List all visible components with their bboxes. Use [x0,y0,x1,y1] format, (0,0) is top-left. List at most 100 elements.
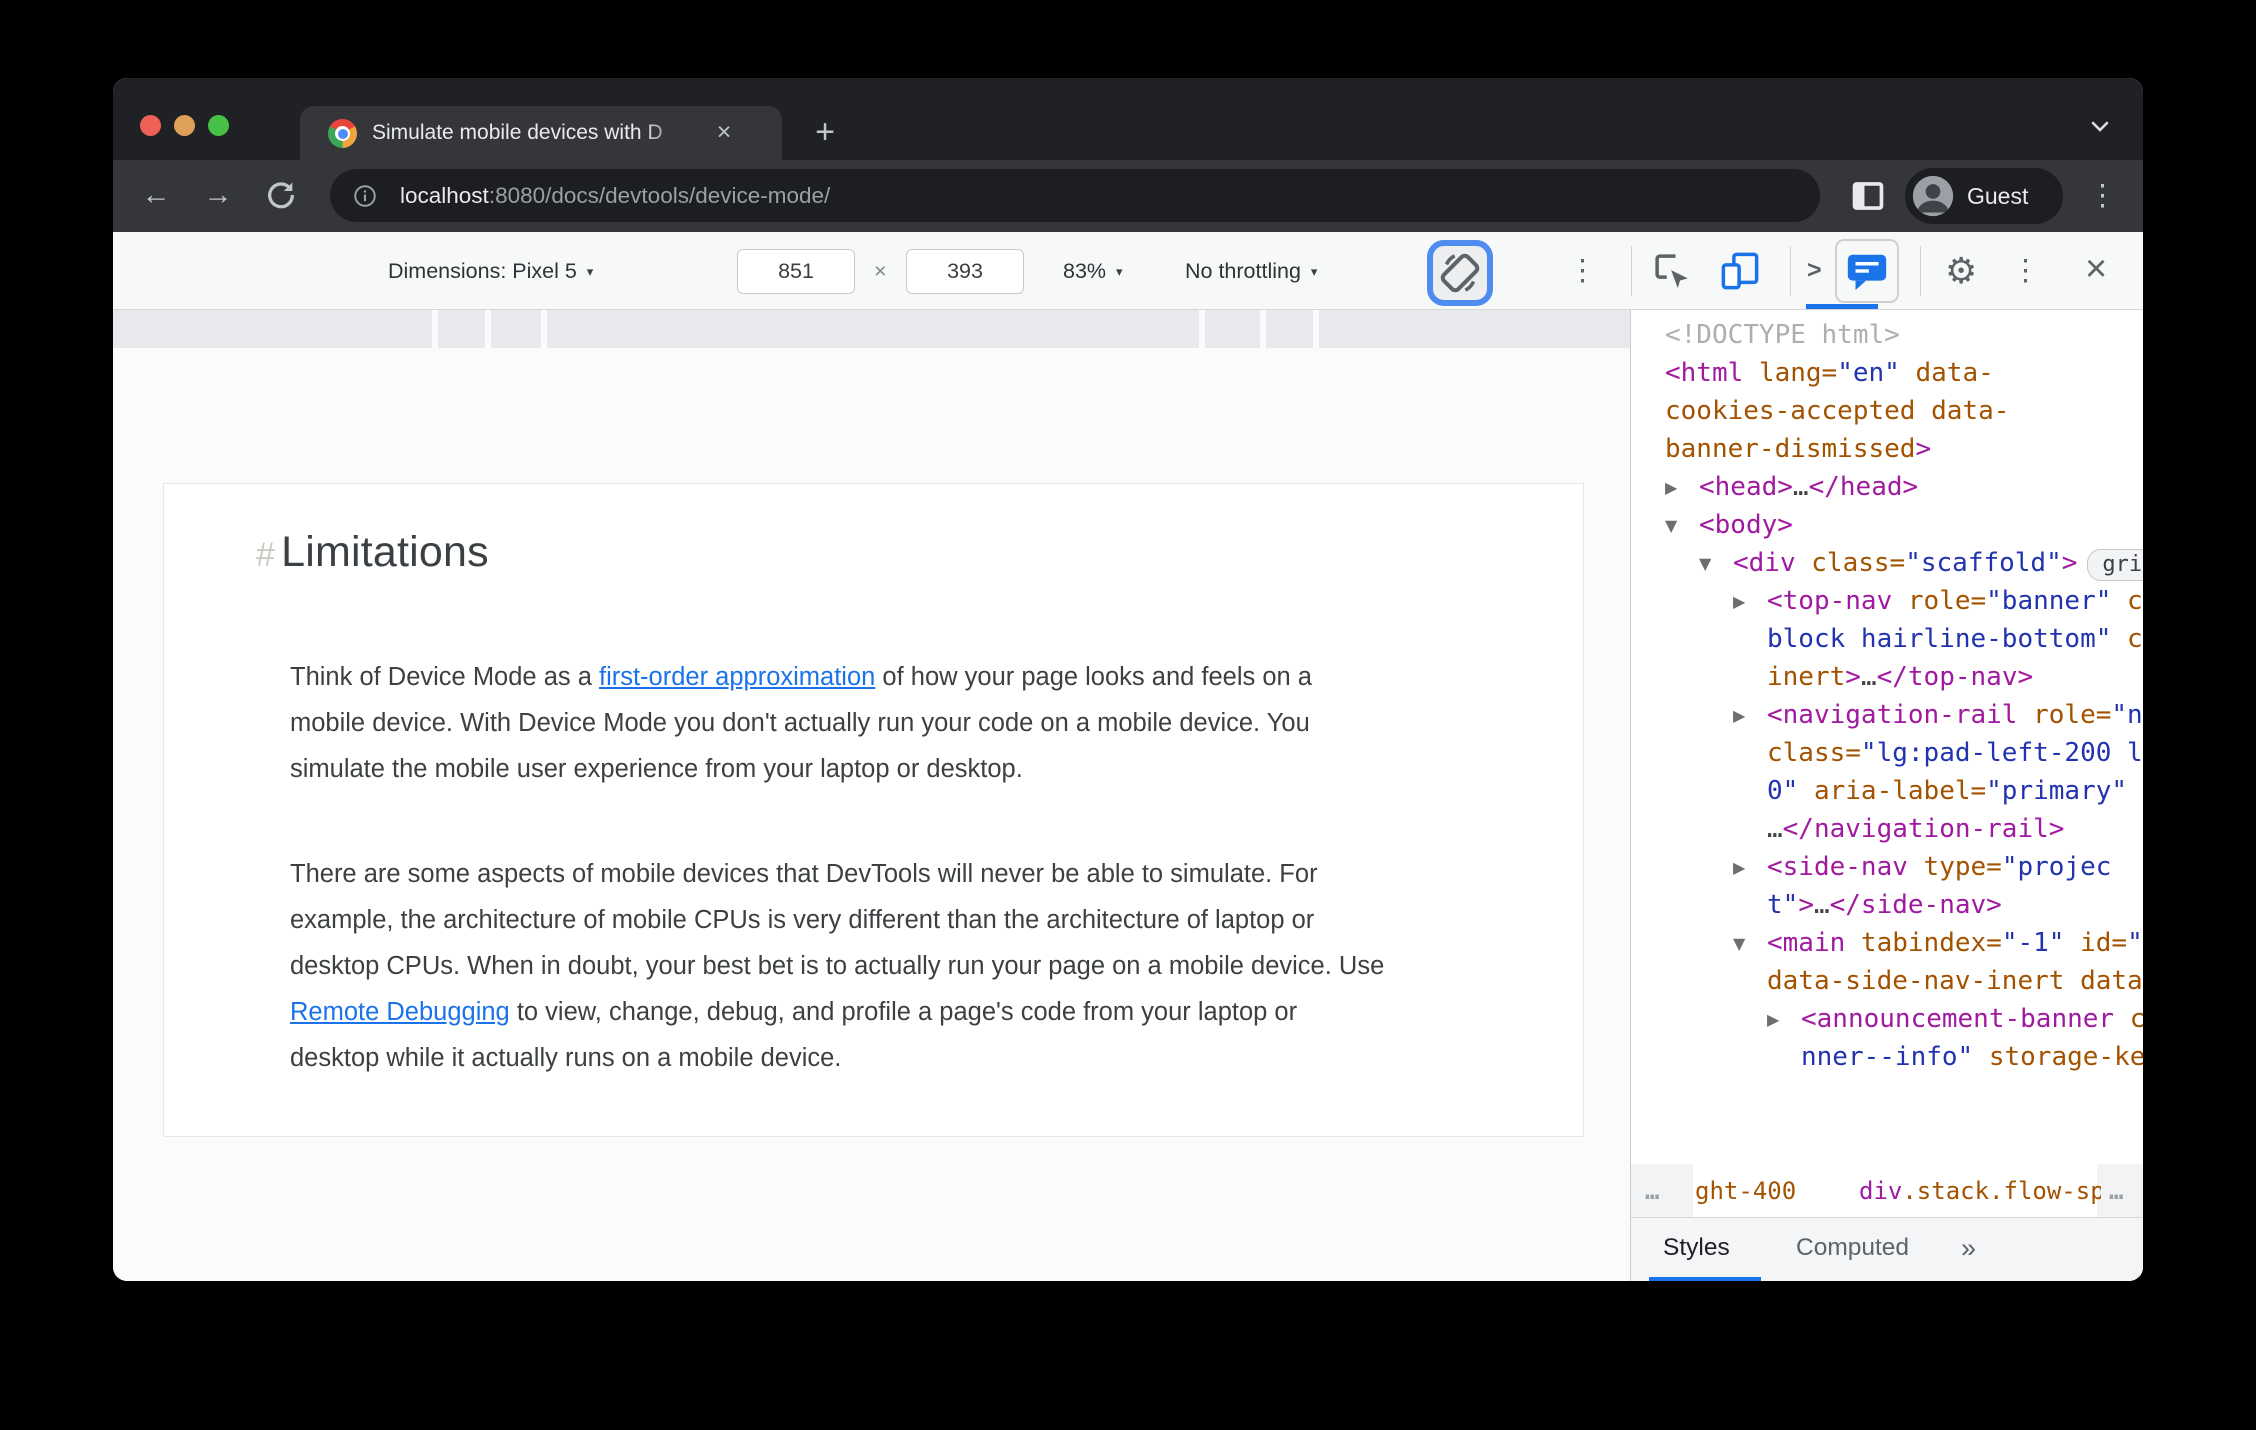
dom-tree-node[interactable]: banner-dismissed> [1631,430,2143,468]
dom-tree-node[interactable]: ▶ <navigation-rail role="nav [1631,696,2143,734]
dom-node-markup: t">…</side-nav> [1767,890,2002,920]
paragraph-2: There are some aspects of mobile devices… [290,851,1384,1081]
breadcrumb-item[interactable]: ght-400 [1695,1164,1796,1218]
disclosure-collapsed-icon[interactable]: ▶ [1767,1001,1779,1038]
zoom-window-button[interactable] [208,115,229,136]
text-run: simulate the mobile user experience from… [290,755,1023,783]
url-text: localhost:8080/docs/devtools/device-mode… [400,169,830,222]
devtools-menu-icon[interactable]: ⋮ [2011,253,2040,289]
disclosure-collapsed-icon[interactable]: ▶ [1733,697,1745,734]
dom-tree-node[interactable]: <!DOCTYPE html> [1631,316,2143,354]
breadcrumb: … ght-400 div.stack.flow-spa … [1631,1164,2143,1218]
dom-tree: <!DOCTYPE html> <html lang="en" data-cook… [1631,316,2143,1076]
hidden-panels-chevron-icon[interactable]: > [1807,256,1822,285]
back-button[interactable]: ← [138,178,174,214]
content-card: # Limitations Think of Device Mode as a f… [163,483,1584,1137]
device-width-input[interactable]: 851 [737,249,855,294]
grid-badge[interactable]: gri [2087,549,2143,581]
dom-tree-node[interactable]: ▶ <top-nav role="banner" cla [1631,582,2143,620]
close-window-button[interactable] [140,115,161,136]
media-query-ruler[interactable] [113,310,1630,348]
dom-tree-node[interactable]: ▶ <side-nav type="projec [1631,848,2143,886]
dom-tree-node[interactable]: class="lg:pad-left-200 lg: [1631,734,2143,772]
dom-tree-node[interactable]: block hairline-bottom" cl [1631,620,2143,658]
dom-node-markup: <top-nav role="banner" cla [1767,586,2143,616]
text-line: desktop while it actually runs on a mobi… [290,1035,1384,1081]
dom-node-markup: class="lg:pad-left-200 lg: [1767,738,2143,768]
dom-tree-node[interactable]: 0" aria-label="primary" [1631,772,2143,810]
dom-node-markup: <!DOCTYPE html> [1665,320,1900,350]
disclosure-expanded-icon[interactable]: ▼ [1665,507,1677,544]
dom-node-markup: <body> [1699,510,1793,540]
text-line: Remote Debugging to view, change, debug,… [290,989,1384,1035]
text-run: There are some aspects of mobile devices… [290,860,1318,888]
dom-tree-node[interactable]: ▼ <body> [1631,506,2143,544]
dom-tree-node[interactable]: cookies-accepted data- [1631,392,2143,430]
dom-tree-node[interactable]: data-side-nav-inert data-s [1631,962,2143,1000]
breadcrumb-overflow-right[interactable]: … [2109,1164,2125,1218]
forward-button[interactable]: → [200,178,236,214]
site-info-icon[interactable] [352,183,378,214]
tab-close-icon[interactable]: × [708,117,740,149]
chevron-down-icon: ▾ [586,264,594,279]
dom-tree-node[interactable]: …</navigation-rail> [1631,810,2143,848]
new-tab-button[interactable]: + [807,115,843,151]
dom-tree-node[interactable]: nner--info" storage-key [1631,1038,2143,1076]
tab-strip: Simulate mobile devices with D × + [113,78,2143,160]
dom-node-markup: <navigation-rail role="nav [1767,700,2143,730]
device-toolbar-toggle-icon[interactable] [1719,250,1761,292]
dom-tree-node[interactable]: inert>…</top-nav> [1631,658,2143,696]
more-tabs-icon[interactable]: » [1961,1218,1976,1281]
browser-tab[interactable]: Simulate mobile devices with D × [300,106,782,160]
dom-tree-node[interactable]: ▼ <div class="scaffold"> gri [1631,544,2143,582]
dom-node-markup: <main tabindex="-1" id="ma [1767,928,2143,958]
profile-chip[interactable]: Guest [1905,168,2063,224]
disclosure-collapsed-icon[interactable]: ▶ [1733,583,1745,620]
tab-search-chevron-icon[interactable] [2085,114,2115,140]
text-run: mobile device. With Device Mode you don'… [290,709,1310,737]
text-link[interactable]: first-order approximation [599,663,875,691]
text-run: of how your page looks and feels on a [875,663,1312,691]
tab-title-fade [642,106,704,160]
heading-anchor-hash[interactable]: # [256,536,275,574]
reload-button[interactable] [263,178,299,214]
dom-tree-node[interactable]: <html lang="en" data- [1631,354,2143,392]
side-panel-icon[interactable] [1851,180,1885,217]
inspect-element-icon[interactable] [1651,250,1693,292]
paragraph-1: Think of Device Mode as a first-order ap… [290,654,1312,792]
text-line: simulate the mobile user experience from… [290,746,1312,792]
chrome-favicon-icon [328,119,357,148]
disclosure-expanded-icon[interactable]: ▼ [1733,925,1745,962]
breadcrumb-item[interactable]: div.stack.flow-spa [1859,1164,2101,1218]
dom-node-markup: <side-nav type="projec [1767,852,2112,882]
devtools-close-icon[interactable]: × [2085,232,2107,310]
device-toolbar-menu-icon[interactable]: ⋮ [1568,253,1597,289]
minimize-window-button[interactable] [174,115,195,136]
rotate-device-button[interactable] [1427,240,1493,306]
console-panel-tab[interactable] [1835,239,1899,303]
text-line: desktop CPUs. When in doubt, your best b… [290,943,1384,989]
dom-node-markup: cookies-accepted data- [1665,396,2010,426]
throttling-select[interactable]: No throttling ▾ [1185,232,1317,310]
devtools-settings-gear-icon[interactable]: ⚙ [1945,232,1977,310]
zoom-select[interactable]: 83% ▾ [1063,232,1123,310]
disclosure-expanded-icon[interactable]: ▼ [1699,545,1711,582]
address-bar[interactable]: localhost:8080/docs/devtools/device-mode… [330,169,1820,222]
text-link[interactable]: Remote Debugging [290,998,510,1026]
dom-tree-node[interactable]: t">…</side-nav> [1631,886,2143,924]
disclosure-collapsed-icon[interactable]: ▶ [1733,849,1745,886]
tab-computed[interactable]: Computed [1796,1218,1909,1281]
avatar [1911,174,1955,223]
device-height-input[interactable]: 393 [906,249,1024,294]
dom-tree-node[interactable]: ▼ <main tabindex="-1" id="ma [1631,924,2143,962]
tab-styles[interactable]: Styles [1663,1218,1730,1281]
dom-node-markup: <head>…</head> [1699,472,1919,502]
profile-name: Guest [1967,183,2029,209]
dom-tree-node[interactable]: ▶ <announcement-banner cla [1631,1000,2143,1038]
device-select[interactable]: Dimensions: Pixel 5 ▾ [388,232,593,310]
text-line: example, the architecture of mobile CPUs… [290,897,1384,943]
dom-tree-node[interactable]: ▶ <head>…</head> [1631,468,2143,506]
disclosure-collapsed-icon[interactable]: ▶ [1665,469,1677,506]
breadcrumb-overflow-left[interactable]: … [1645,1164,1661,1218]
browser-menu-icon[interactable]: ⋮ [2088,178,2117,214]
